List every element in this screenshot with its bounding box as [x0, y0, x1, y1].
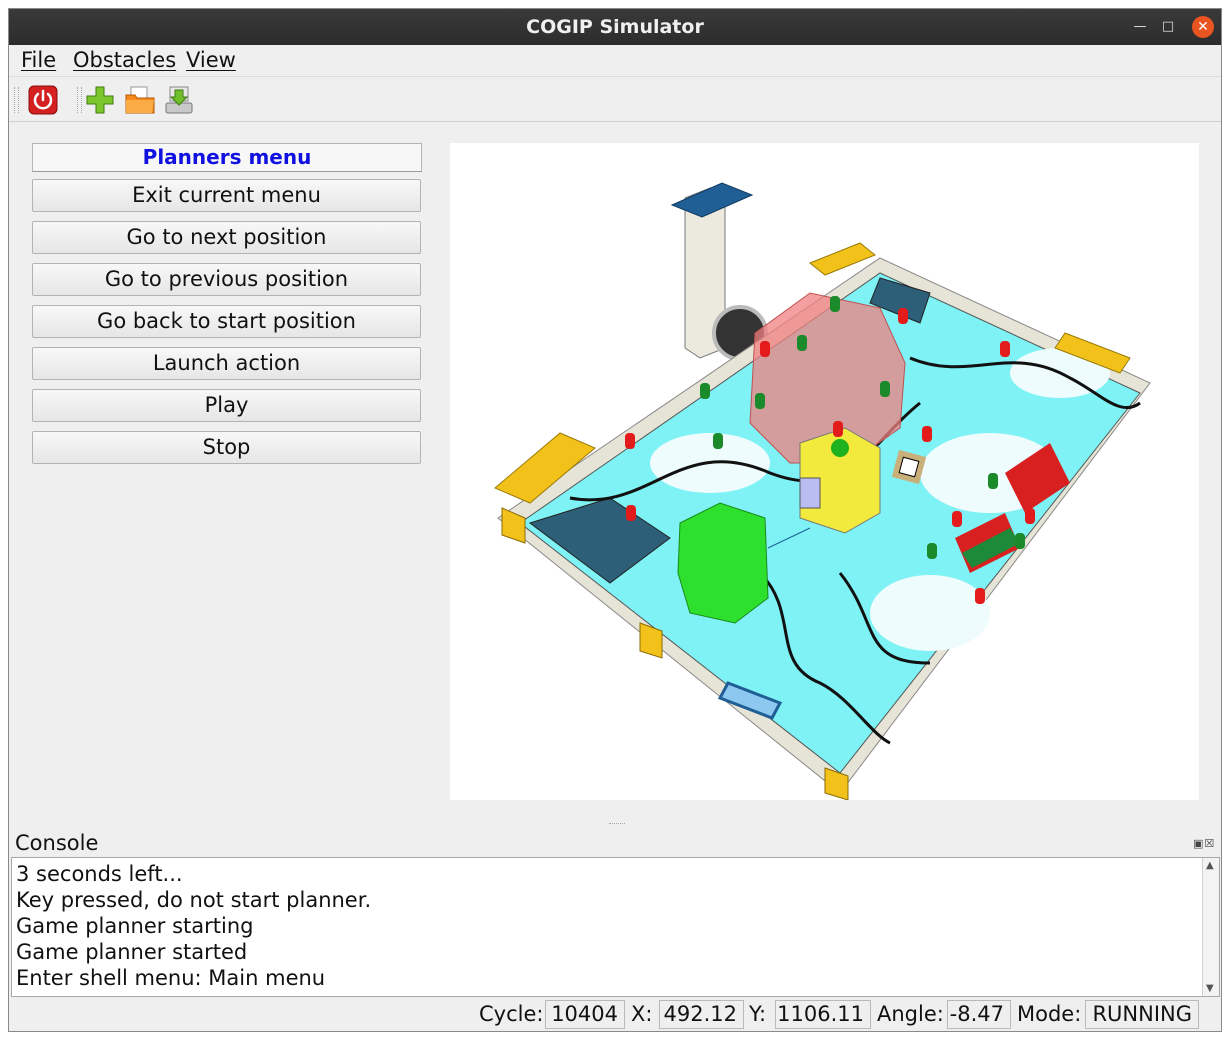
power-icon[interactable]: [26, 83, 60, 117]
save-download-icon[interactable]: [162, 83, 196, 117]
menu-bar: File Obstacles View: [9, 45, 1221, 75]
console-title: Console: [15, 831, 99, 855]
console-output[interactable]: 3 seconds left... Key pressed, do not st…: [11, 857, 1220, 997]
app-window: COGIP Simulator — □ ✕ File Obstacles Vie…: [8, 8, 1222, 1032]
window-title: COGIP Simulator: [526, 16, 704, 38]
y-label: Y:: [749, 1002, 767, 1026]
console-line: Enter shell menu: Main menu: [16, 966, 326, 990]
launch-action-button[interactable]: Launch action: [32, 347, 421, 380]
dock-float-close-icon[interactable]: ▣☒: [1193, 837, 1215, 850]
game-field-render: [494, 182, 1151, 801]
3d-game-view[interactable]: [450, 143, 1199, 801]
toolbar-separator: [77, 87, 82, 113]
mode-label: Mode:: [1017, 1002, 1082, 1026]
title-bar[interactable]: COGIP Simulator — □ ✕: [9, 9, 1221, 45]
minimize-icon[interactable]: —: [1131, 18, 1149, 36]
menu-file[interactable]: File: [21, 48, 56, 72]
menu-obstacles[interactable]: Obstacles: [73, 48, 176, 72]
play-button[interactable]: Play: [32, 389, 421, 422]
x-value: 492.12: [659, 1000, 744, 1029]
open-folder-icon[interactable]: [123, 83, 157, 117]
console-line: 3 seconds left...: [16, 862, 183, 886]
maximize-icon[interactable]: □: [1159, 18, 1177, 36]
close-icon[interactable]: ✕: [1192, 16, 1214, 38]
toolbar-grip[interactable]: [14, 87, 19, 113]
go-back-to-start-position-button[interactable]: Go back to start position: [32, 305, 421, 338]
cycle-value: 10404: [545, 1000, 625, 1029]
mode-value: RUNNING: [1085, 1000, 1199, 1029]
status-bar: Cycle: 10404 X: 492.12 Y: 1106.11 Angle:…: [9, 999, 1221, 1031]
console-scrollbar[interactable]: ▲ ▼: [1202, 858, 1219, 996]
menu-view[interactable]: View: [186, 48, 236, 72]
go-to-next-position-button[interactable]: Go to next position: [32, 221, 421, 254]
console-line: Game planner starting: [16, 914, 254, 938]
console-line: Key pressed, do not start planner.: [16, 888, 372, 912]
angle-value: -8.47: [947, 1000, 1011, 1029]
stop-button[interactable]: Stop: [32, 431, 421, 464]
scroll-up-icon[interactable]: ▲: [1206, 860, 1214, 871]
x-label: X:: [631, 1002, 653, 1026]
console-line: Game planner started: [16, 940, 248, 964]
toolbar: [9, 76, 1221, 122]
planners-menu-header: Planners menu: [32, 143, 422, 172]
exit-current-menu-button[interactable]: Exit current menu: [32, 179, 421, 212]
angle-label: Angle:: [877, 1002, 944, 1026]
add-icon[interactable]: [83, 83, 117, 117]
cycle-label: Cycle:: [479, 1002, 544, 1026]
y-value: 1106.11: [775, 1000, 871, 1029]
scroll-down-icon[interactable]: ▼: [1206, 983, 1214, 994]
go-to-previous-position-button[interactable]: Go to previous position: [32, 263, 421, 296]
dock-splitter[interactable]: [609, 823, 625, 828]
